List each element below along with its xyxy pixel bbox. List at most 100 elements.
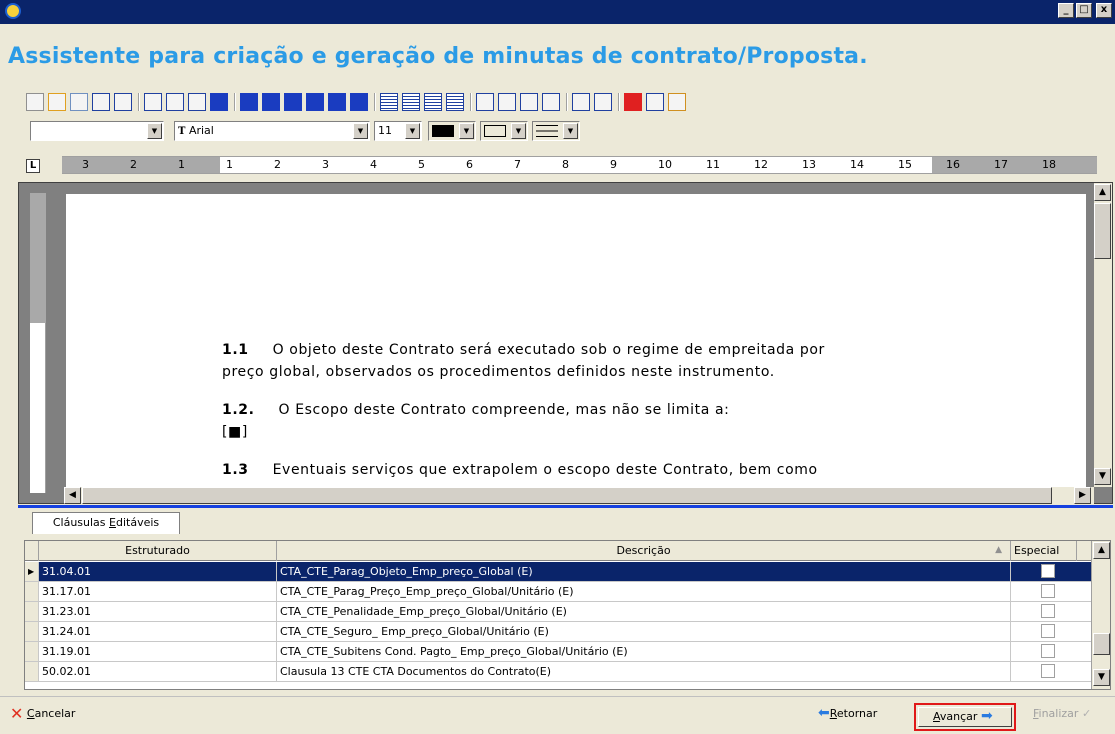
print-icon[interactable] [92, 93, 110, 111]
column-header-estruturado[interactable]: Estruturado [39, 541, 277, 561]
minimize-button[interactable]: _ [1058, 3, 1074, 18]
chevron-down-icon[interactable]: ▼ [353, 123, 368, 139]
title-bar: _ □ x [0, 0, 1115, 24]
subscript-icon[interactable] [350, 93, 368, 111]
border-select[interactable]: ▼ [480, 121, 528, 141]
copy-icon[interactable] [166, 93, 184, 111]
align-left-icon[interactable] [380, 93, 398, 111]
text-color-select[interactable]: ▼ [428, 121, 476, 141]
chevron-down-icon[interactable]: ▼ [147, 123, 162, 139]
underline-icon[interactable] [284, 93, 302, 111]
cell-descricao: CTA_CTE_Penalidade_Emp_preço_Global/Unit… [277, 602, 1011, 621]
align-center-icon[interactable] [402, 93, 420, 111]
scroll-up-icon[interactable]: ▲ [1093, 542, 1110, 559]
chevron-down-icon[interactable]: ▼ [405, 123, 420, 139]
undo-icon[interactable] [210, 93, 228, 111]
ruler-number: 4 [370, 158, 377, 171]
image-icon[interactable] [624, 93, 642, 111]
finish-button[interactable]: Finalizar ✓ [1033, 707, 1091, 720]
tab-label-post: ditáveis [115, 516, 160, 529]
font-size-value: 11 [378, 124, 392, 137]
vruler-margin-top [30, 193, 46, 323]
table-row[interactable]: 31.23.01 CTA_CTE_Penalidade_Emp_preço_Glo… [25, 602, 1091, 622]
tab-clausulas-editaveis[interactable]: Cláusulas Editáveis [32, 512, 180, 534]
back-button[interactable]: ⬅Retornar [818, 706, 878, 720]
cell-estruturado: 50.02.01 [39, 662, 277, 681]
wizard-icon[interactable] [646, 93, 664, 111]
table-row[interactable]: 31.19.01 CTA_CTE_Subitens Cond. Pagto_ Em… [25, 642, 1091, 662]
chevron-down-icon[interactable]: ▼ [511, 123, 526, 139]
table-row[interactable]: 50.02.01 Clausula 13 CTE CTA Documentos d… [25, 662, 1091, 682]
cell-estruturado: 31.17.01 [39, 582, 277, 601]
hscroll-thumb[interactable] [82, 487, 1052, 504]
row-indicator: ▶ [25, 562, 39, 581]
color-swatch [432, 125, 454, 137]
document-page[interactable]: 1.1 O objeto deste Contrato será executad… [66, 194, 1086, 488]
align-right-icon[interactable] [424, 93, 442, 111]
tab-stop-button[interactable]: L [26, 159, 40, 173]
back-label: etornar [836, 707, 878, 720]
line-style-select[interactable]: ▼ [532, 121, 580, 141]
finish-label: inalizar [1038, 707, 1079, 720]
cell-estruturado: 31.23.01 [39, 602, 277, 621]
scroll-left-icon[interactable]: ◀ [64, 487, 81, 504]
ruler-number: 15 [898, 158, 912, 171]
paste-icon[interactable] [188, 93, 206, 111]
indent-increase-icon[interactable] [542, 93, 560, 111]
superscript-icon[interactable] [328, 93, 346, 111]
italic-icon[interactable] [262, 93, 280, 111]
table-row[interactable]: ▶ 31.04.01 CTA_CTE_Parag_Objeto_Emp_preço_… [25, 562, 1091, 582]
strikethrough-icon[interactable] [306, 93, 324, 111]
indent-decrease-icon[interactable] [520, 93, 538, 111]
ruler-number: 1 [178, 158, 185, 171]
bullets-icon[interactable] [476, 93, 494, 111]
table-insert-icon[interactable] [572, 93, 590, 111]
field-icon[interactable] [668, 93, 686, 111]
chevron-down-icon[interactable]: ▼ [459, 123, 474, 139]
scroll-down-icon[interactable]: ▼ [1093, 669, 1110, 686]
bold-icon[interactable] [240, 93, 258, 111]
column-header-descricao[interactable]: Descrição ▲ [277, 541, 1011, 561]
grid-scrollbar[interactable]: ▲ ▼ [1091, 541, 1110, 689]
print-preview-icon[interactable] [114, 93, 132, 111]
document-vertical-scrollbar[interactable]: ▲ ▼ [1094, 183, 1112, 487]
table-icon[interactable] [594, 93, 612, 111]
toolbar-separator [566, 93, 568, 111]
save-icon[interactable] [70, 93, 88, 111]
scroll-thumb[interactable] [1094, 203, 1111, 259]
open-icon[interactable] [48, 93, 66, 111]
especial-checkbox[interactable] [1041, 664, 1055, 678]
app-icon [5, 3, 21, 19]
table-row[interactable]: 31.17.01 CTA_CTE_Parag_Preço_Emp_preço_Gl… [25, 582, 1091, 602]
scroll-up-icon[interactable]: ▲ [1094, 184, 1111, 201]
numbering-icon[interactable] [498, 93, 516, 111]
especial-checkbox[interactable] [1041, 584, 1055, 598]
cell-descricao: CTA_CTE_Parag_Objeto_Emp_preço_Global (E… [277, 562, 1011, 581]
paragraph-1-3: 1.3 Eventuais serviços que extrapolem o e… [222, 462, 818, 478]
document-horizontal-scrollbar[interactable]: ◀ ▶ [64, 487, 1094, 504]
horizontal-ruler[interactable]: 3 2 1 1 2 3 4 5 6 7 8 9 10 11 12 13 14 15 16 17 18 [62, 156, 1097, 174]
font-size-select[interactable]: 11 ▼ [374, 121, 422, 141]
font-select[interactable]: T Arial ▼ [174, 121, 370, 141]
scroll-down-icon[interactable]: ▼ [1094, 468, 1111, 485]
style-select[interactable]: ▼ [30, 121, 164, 141]
table-row[interactable]: 31.24.01 CTA_CTE_Seguro_ Emp_preço_Global… [25, 622, 1091, 642]
especial-checkbox[interactable] [1041, 644, 1055, 658]
especial-checkbox[interactable] [1041, 564, 1055, 578]
next-button[interactable]: Avançar ➡ [918, 707, 1012, 727]
ruler-number: 10 [658, 158, 672, 171]
new-icon[interactable] [26, 93, 44, 111]
especial-checkbox[interactable] [1041, 604, 1055, 618]
column-header-especial[interactable]: Especial [1011, 541, 1077, 561]
cancel-button[interactable]: ✕ Cancelar [10, 706, 75, 722]
close-button[interactable]: x [1096, 3, 1112, 18]
maximize-button[interactable]: □ [1076, 3, 1092, 18]
especial-checkbox[interactable] [1041, 624, 1055, 638]
scroll-thumb[interactable] [1093, 633, 1110, 655]
ruler-number: 7 [514, 158, 521, 171]
ruler-number: 17 [994, 158, 1008, 171]
chevron-down-icon[interactable]: ▼ [563, 123, 578, 139]
justify-icon[interactable] [446, 93, 464, 111]
cut-icon[interactable] [144, 93, 162, 111]
scroll-right-icon[interactable]: ▶ [1074, 487, 1091, 504]
